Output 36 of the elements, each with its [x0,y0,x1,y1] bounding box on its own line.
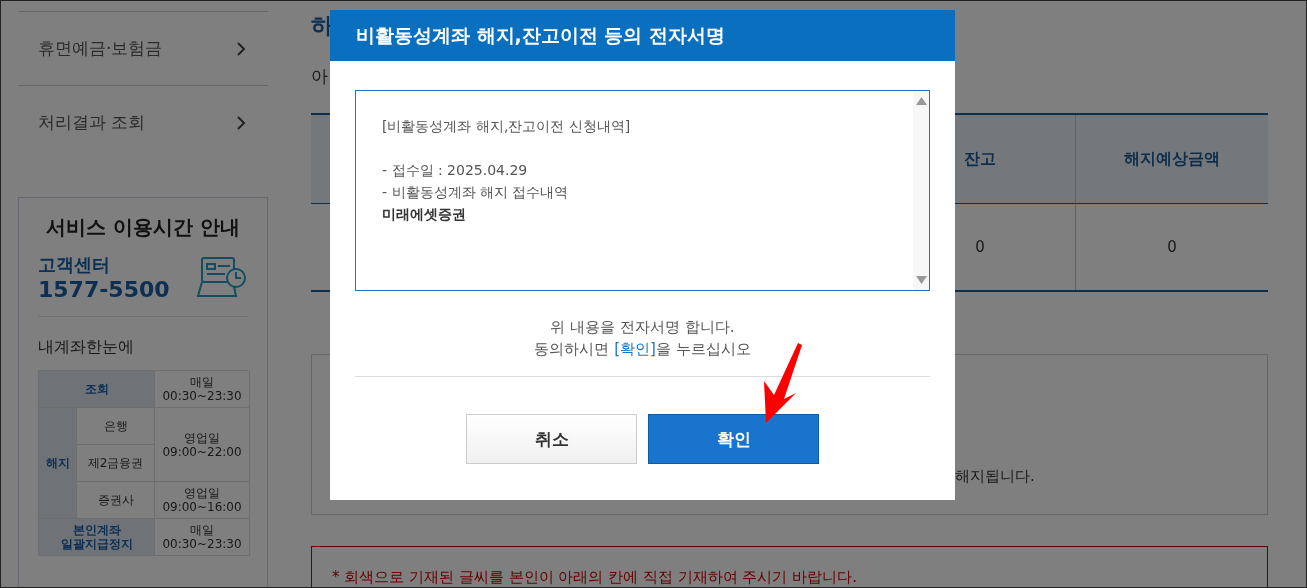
table-header-cell: 해지 [39,408,77,519]
warning-text: * 회색으로 기재된 글씨를 본인이 아래의 칸에 직접 기재하여 주시기 바랍니다. [332,568,857,586]
table-cell: 영업일 09:00~16:00 [155,482,250,519]
computer-clock-icon [196,255,248,300]
table-cell: 은행 [77,408,155,445]
message-text: 동의하시면 [확인]을 누르십시오 [533,339,752,360]
cancel-button[interactable]: 취소 [466,414,637,464]
panel-title: 서비스 이용시간 안내 [45,214,241,241]
dialog-title: 비활동성계좌 해지,잔고이전 등의 전자서명 [330,10,955,61]
table-cell: 매일 00:30~23:30 [155,371,250,408]
scroll-down-icon[interactable] [915,276,927,284]
scrollbar[interactable] [913,91,929,290]
column-header: 해지예상금액 [1075,115,1268,203]
content-line: - 비활동성계좌 해지 접수내역 [382,183,570,202]
table-cell: 0 [1075,203,1268,290]
table-header-cell: 본인계좌 일괄지급정지 [39,519,155,556]
content-line: [비활동성계좌 해지,잔고이전 신청내역] [382,117,632,136]
page-heading: 하 [311,13,333,38]
notice-text: 해지됩니다. [955,467,1035,486]
phone-number: 1577-5500 [38,277,170,302]
chevron-right-icon [236,41,246,56]
sidebar-item[interactable]: 휴면예금·보험금 [18,11,268,85]
chevron-right-icon [236,115,246,130]
confirm-button[interactable]: 확인 [648,414,819,464]
call-center-label: 고객센터 [38,253,111,277]
section-title: 내계좌한눈에 [38,337,135,358]
table-cell: 영업일 09:00~22:00 [155,408,250,482]
scroll-up-icon[interactable] [915,97,927,105]
section-heading: 아 [311,66,328,86]
table-header-cell: 조회 [39,371,155,408]
table-cell: 매일 00:30~23:30 [155,519,250,556]
table-cell: 제2금융권 [77,445,155,482]
sidebar-item[interactable]: 처리결과 조회 [18,85,268,159]
content-line: - 접수일 : 2025.04.29 [382,161,529,180]
message-text: 위 내용을 전자서명 합니다. [549,317,736,338]
content-line: 미래에셋증권 [382,205,467,224]
